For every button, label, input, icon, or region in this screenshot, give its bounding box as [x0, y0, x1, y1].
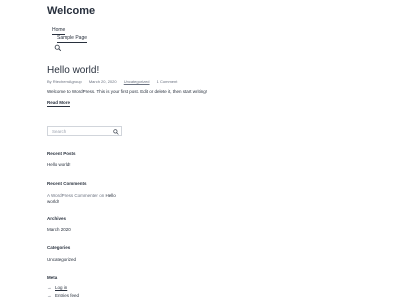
post-author[interactable]: By RtechemAgroup	[47, 79, 82, 84]
post-comments-link[interactable]: 1 Comment	[157, 79, 178, 84]
nav-home-link[interactable]: Home	[52, 27, 66, 35]
meta-login-item[interactable]: → Log in	[47, 285, 67, 290]
arrow-right-icon: →	[47, 293, 52, 298]
recent-posts-title: Recent Posts	[47, 151, 76, 156]
search-placeholder: Search	[52, 128, 67, 134]
meta-entries-link[interactable]: Entries feed	[55, 293, 79, 298]
recent-comments-title: Recent Comments	[47, 181, 87, 186]
comment-post-link-line1[interactable]: Hello	[105, 193, 115, 198]
recent-comment-item: A WordPress Commenter on Hello world!	[47, 193, 117, 205]
comment-on-text: on	[99, 193, 105, 198]
read-more-link[interactable]: Read More	[47, 100, 71, 107]
recent-post-item[interactable]: Hello world!	[47, 162, 71, 167]
search-box[interactable]: Search	[47, 126, 122, 136]
site-title[interactable]: Welcome	[47, 5, 95, 17]
post-title[interactable]: Hello world!	[47, 65, 99, 76]
nav-sample-page-link[interactable]: Sample Page	[57, 35, 88, 43]
comment-author-link[interactable]: A WordPress Commenter	[47, 193, 98, 198]
meta-entries-item[interactable]: → Entries feed	[47, 293, 79, 298]
search-icon[interactable]	[54, 44, 62, 52]
post-date[interactable]: March 20, 2020	[89, 79, 117, 84]
category-item[interactable]: Uncategorized	[47, 257, 76, 262]
meta-title: Meta	[47, 275, 58, 280]
arrow-right-icon: →	[47, 285, 52, 290]
archives-title: Archives	[47, 216, 67, 221]
categories-title: Categories	[47, 245, 71, 250]
post-category[interactable]: Uncategorized	[124, 79, 150, 84]
search-icon[interactable]	[113, 128, 119, 135]
archive-item[interactable]: March 2020	[47, 227, 71, 232]
meta-login-link[interactable]: Log in	[55, 285, 67, 290]
post-meta: By RtechemAgroup March 20, 2020 Uncatego…	[47, 79, 183, 84]
post-body: Welcome to WordPress. This is your first…	[47, 89, 208, 94]
comment-post-link-line2[interactable]: world!	[47, 199, 59, 204]
